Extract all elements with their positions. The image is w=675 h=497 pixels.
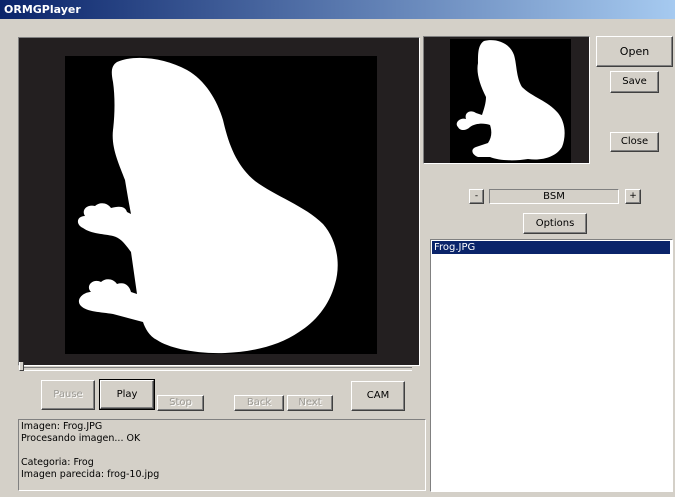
app-window: Open Save Close - BSM + Options Frog.JPG…	[0, 19, 675, 497]
plus-icon: +	[629, 191, 637, 201]
play-button[interactable]: Play	[99, 379, 155, 410]
options-button[interactable]: Options	[523, 213, 587, 234]
next-button-label: Next	[298, 397, 322, 408]
status-log: Imagen: Frog.JPG Procesando imagen... OK…	[18, 419, 426, 491]
open-button-label: Open	[619, 45, 650, 58]
save-button[interactable]: Save	[610, 71, 659, 93]
stop-button[interactable]: Stop	[157, 395, 204, 411]
cam-button-label: CAM	[366, 390, 390, 401]
cam-button[interactable]: CAM	[351, 381, 405, 411]
title-bar[interactable]: ORMGPlayer	[0, 0, 675, 19]
mode-value: BSM	[543, 191, 565, 202]
save-button-label: Save	[622, 76, 647, 87]
minus-icon: -	[474, 191, 479, 201]
seek-slider-track[interactable]	[20, 367, 412, 371]
file-list[interactable]: Frog.JPG	[430, 239, 673, 492]
frog-silhouette-image	[77, 57, 338, 354]
mode-increment-button[interactable]: +	[625, 189, 641, 204]
frog-thumbnail-image	[456, 40, 565, 161]
thumbnail-viewer	[423, 36, 590, 164]
play-button-label: Play	[116, 389, 138, 400]
window-title: ORMGPlayer	[4, 3, 81, 16]
image-viewer	[18, 37, 420, 366]
open-button[interactable]: Open	[596, 36, 673, 67]
log-line: Categoria: Frog	[21, 457, 94, 468]
log-line: Imagen: Frog.JPG	[21, 421, 103, 432]
back-button[interactable]: Back	[234, 395, 284, 411]
back-button-label: Back	[246, 397, 272, 408]
close-button-label: Close	[620, 136, 649, 147]
file-list-item[interactable]: Frog.JPG	[432, 241, 670, 254]
pause-button[interactable]: Pause	[41, 380, 95, 410]
stop-button-label: Stop	[169, 397, 192, 408]
file-name: Frog.JPG	[434, 242, 476, 253]
mode-display: BSM	[489, 189, 619, 204]
next-button[interactable]: Next	[287, 395, 333, 411]
close-button[interactable]: Close	[610, 132, 659, 152]
log-line: Procesando imagen... OK	[21, 433, 141, 444]
thumbnail-canvas	[450, 39, 571, 163]
seek-slider-thumb[interactable]	[19, 362, 24, 371]
log-line: Imagen parecida: frog-10.jpg	[21, 469, 160, 480]
mode-decrement-button[interactable]: -	[469, 189, 484, 204]
image-canvas	[65, 56, 377, 354]
pause-button-label: Pause	[53, 389, 83, 400]
options-button-label: Options	[535, 218, 575, 229]
